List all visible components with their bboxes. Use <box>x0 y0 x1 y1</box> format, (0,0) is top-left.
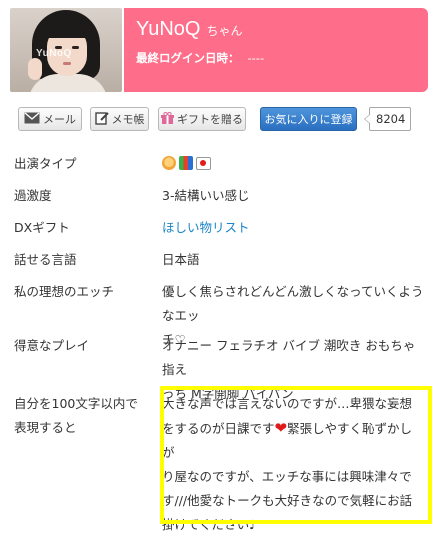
photo-watermark: YuNoQ <box>36 48 72 59</box>
add-favorite-button[interactable]: お気に入りに登録 <box>260 107 357 131</box>
row-label: 過激度 <box>14 188 52 203</box>
memo-button-label: メモ帳 <box>111 113 145 126</box>
wishlist-link[interactable]: ほしい物リスト <box>162 216 424 240</box>
favorite-count: 8204 <box>363 107 412 131</box>
value-line: オナニー フェラチオ バイブ 潮吹き おもちゃ 指え <box>162 338 416 377</box>
row-label: 私の理想のエッチ <box>14 284 115 299</box>
mail-button[interactable]: メール <box>18 107 82 131</box>
name-banner: YuNoQ ちゃん 最終ログイン日時： ---- <box>124 8 428 92</box>
add-favorite-label: お気に入りに登録 <box>264 113 353 126</box>
row-label: 得意なプレイ <box>14 338 90 353</box>
memo-button[interactable]: メモ帳 <box>90 107 149 131</box>
profile-row-language: 話せる言語 日本語 <box>10 248 430 272</box>
action-toolbar: メール メモ帳 ギフトを贈る お気に入りに登録 8204 <box>18 107 418 133</box>
row-value: 日本語 <box>162 252 200 267</box>
row-value: 3-結構いい感じ <box>162 188 250 203</box>
name-suffix: ちゃん <box>206 24 243 38</box>
profile-page: YuNoQ YuNoQ ちゃん 最終ログイン日時： ---- メール メモ帳 ギ… <box>0 0 439 533</box>
performer-name: YuNoQ ちゃん <box>136 18 243 41</box>
mail-button-label: メール <box>43 113 76 126</box>
row-label: 話せる言語 <box>14 252 77 267</box>
profile-row-ideal: 私の理想のエッチ 優しく焦らされどんどん激しくなっていくようなエッ チ♡ <box>10 280 430 347</box>
face-emoji-icon <box>162 156 176 170</box>
highlight-frame <box>160 386 432 524</box>
last-login-value: ---- <box>247 51 265 65</box>
gift-button[interactable]: ギフトを贈る <box>158 107 246 131</box>
profile-header: YuNoQ YuNoQ ちゃん 最終ログイン日時： ---- <box>10 8 428 92</box>
note-edit-icon <box>94 111 109 127</box>
label-line: 表現すると <box>14 420 77 435</box>
gift-icon <box>161 111 174 127</box>
flag-japan-icon <box>196 157 211 170</box>
envelope-icon <box>24 112 40 126</box>
label-line: 自分を100文字以内で <box>14 396 138 411</box>
last-login: 最終ログイン日時： ---- <box>136 50 264 66</box>
value-line: 優しく焦らされどんどん激しくなっていくようなエッ <box>162 284 424 323</box>
performer-name-text: YuNoQ <box>136 18 201 40</box>
profile-row-appearance-type: 出演タイプ <box>10 152 430 176</box>
profile-row-specialty: 得意なプレイ オナニー フェラチオ バイブ 潮吹き おもちゃ 指え っち M字開… <box>10 334 430 401</box>
row-label: 出演タイプ <box>14 156 77 171</box>
profile-row-dx-gift: DXギフト ほしい物リスト <box>10 216 430 240</box>
three-color-emoji-icon <box>179 156 193 170</box>
appearance-type-icons <box>162 152 424 176</box>
row-label: 自分を100文字以内で 表現すると <box>14 392 154 440</box>
profile-row-intensity: 過激度 3-結構いい感じ <box>10 184 430 208</box>
last-login-label: 最終ログイン日時： <box>136 51 240 65</box>
row-label: DXギフト <box>14 220 70 235</box>
profile-photo[interactable]: YuNoQ <box>10 8 122 92</box>
gift-button-label: ギフトを贈る <box>177 113 243 126</box>
